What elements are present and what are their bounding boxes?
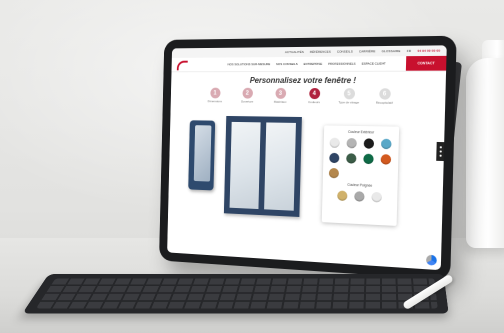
logo-swoosh-icon <box>176 60 188 71</box>
exterior-color-title: Couleur Extérieur <box>348 129 375 135</box>
step-number: 2 <box>241 87 253 99</box>
step-label: Matériaux <box>273 99 287 104</box>
step-number: 3 <box>274 87 286 99</box>
color-panel: Couleur Extérieur Couleur Poignée <box>321 125 400 226</box>
topbar-link[interactable]: RÉFÉRENCES <box>310 50 331 54</box>
handle-color-title: Couleur Poignée <box>347 182 373 188</box>
topbar-phone[interactable]: 04 94 00 00 00 <box>417 49 440 53</box>
exterior-color-swatch[interactable] <box>381 138 392 150</box>
language-switch[interactable]: FR <box>407 49 412 53</box>
configurator-steps: 1 Dimensions 2 Ouverture 3 Matériaux 4 C… <box>205 87 396 105</box>
step-opening[interactable]: 2 Ouverture <box>237 87 258 104</box>
keyboard-keys <box>35 278 438 309</box>
window-preview <box>223 115 302 217</box>
step-dimensions[interactable]: 1 Dimensions <box>205 87 225 104</box>
step-label: Ouverture <box>240 99 254 104</box>
topbar-link[interactable]: GLOSSAIRE <box>382 49 401 53</box>
recaptcha-icon <box>425 254 437 266</box>
topbar-link[interactable]: ACTUALITÉS <box>285 50 304 54</box>
tablet-device: ACTUALITÉS RÉFÉRENCES CONSEILS CARRIÈRE … <box>159 35 457 281</box>
nav-item[interactable]: NOS CONSEILS <box>276 62 298 66</box>
exterior-color-swatch[interactable] <box>363 153 374 165</box>
topbar-link[interactable]: CARRIÈRE <box>359 49 376 53</box>
exterior-color-swatch[interactable] <box>329 152 340 164</box>
handle-color-swatch[interactable] <box>336 190 347 202</box>
exterior-color-swatch[interactable] <box>363 138 375 149</box>
dot-icon <box>439 146 442 149</box>
exterior-color-swatch[interactable] <box>380 154 392 165</box>
handle-swatches <box>322 190 397 203</box>
nav-item[interactable]: ENTREPRISE <box>303 62 322 66</box>
contact-button[interactable]: CONTACT <box>405 55 447 71</box>
dot-icon <box>438 154 442 157</box>
glass-pane-left <box>229 121 261 210</box>
step-glazing[interactable]: 5 Type de vitrage <box>338 88 361 105</box>
step-summary[interactable]: 6 Récapitulatif <box>373 88 396 105</box>
window-profile-preview <box>188 120 216 191</box>
exterior-swatches <box>323 137 399 180</box>
side-toggle-button[interactable] <box>436 141 445 162</box>
exterior-color-swatch[interactable] <box>328 167 340 179</box>
nav-item[interactable]: NOS SOLUTIONS SUR-MESURE <box>228 62 271 66</box>
step-number: 1 <box>209 87 221 99</box>
brand-logo[interactable] <box>176 60 193 71</box>
glass-pane-right <box>264 122 296 211</box>
configurator-title: Personnalisez votre fenêtre ! <box>249 75 357 86</box>
exterior-color-swatch[interactable] <box>346 153 357 164</box>
exterior-color-swatch[interactable] <box>346 137 357 149</box>
main-nav: NOS SOLUTIONS SUR-MESURE NOS CONSEILS EN… <box>228 61 386 66</box>
exterior-color-swatch[interactable] <box>329 137 340 148</box>
nav-item[interactable]: ESPACE CLIENT <box>362 61 386 65</box>
step-colors[interactable]: 4 Couleurs <box>303 88 325 104</box>
step-number: 6 <box>378 88 391 100</box>
topbar-link[interactable]: CONSEILS <box>337 49 353 53</box>
dot-icon <box>439 150 442 153</box>
nav-item[interactable]: PROFESSIONNELS <box>328 62 356 66</box>
step-label: Type de vitrage <box>338 100 360 105</box>
keyboard-cover <box>22 274 449 314</box>
white-vase <box>466 58 504 248</box>
step-number: 4 <box>308 88 320 100</box>
step-label: Couleurs <box>308 100 320 105</box>
tablet-screen: ACTUALITÉS RÉFÉRENCES CONSEILS CARRIÈRE … <box>167 45 447 271</box>
handle-color-swatch[interactable] <box>353 191 365 202</box>
site-navbar: NOS SOLUTIONS SUR-MESURE NOS CONSEILS EN… <box>171 55 447 73</box>
step-materials[interactable]: 3 Matériaux <box>270 87 291 104</box>
handle-color-swatch[interactable] <box>370 191 382 203</box>
step-label: Récapitulatif <box>375 100 393 105</box>
step-number: 5 <box>343 88 355 100</box>
step-label: Dimensions <box>207 99 222 104</box>
